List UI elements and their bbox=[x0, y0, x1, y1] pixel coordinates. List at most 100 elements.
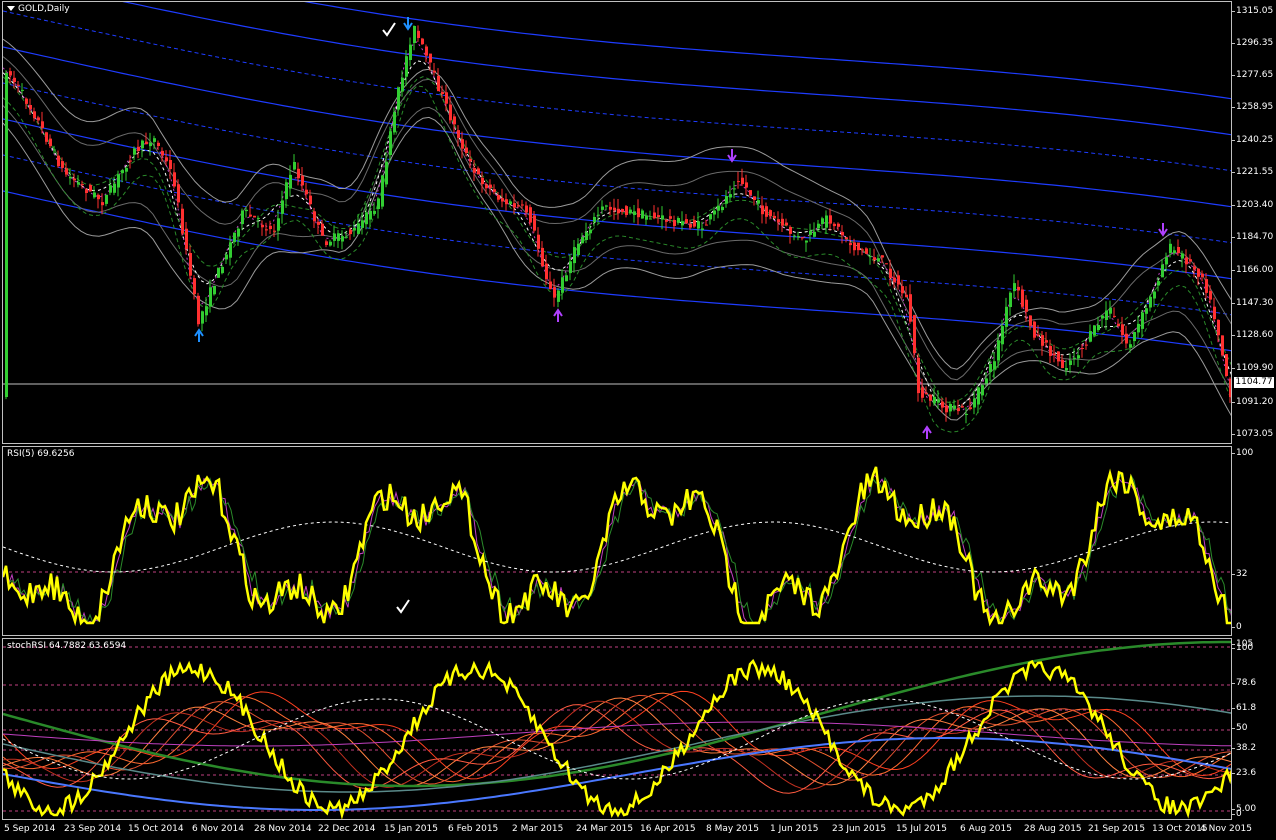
axis-tick-mark bbox=[1232, 627, 1235, 628]
candle-body bbox=[577, 243, 580, 256]
candle-body bbox=[93, 192, 96, 198]
candle-body bbox=[541, 247, 544, 266]
candle-body bbox=[897, 275, 900, 285]
candle-body bbox=[309, 195, 312, 205]
candle-body bbox=[441, 91, 444, 94]
candle-body bbox=[461, 139, 464, 149]
candle-body bbox=[149, 142, 152, 147]
candle-body bbox=[977, 387, 980, 405]
candle-body bbox=[973, 398, 976, 408]
candle-body bbox=[1097, 325, 1100, 331]
axis-tick-mark bbox=[1232, 140, 1235, 141]
candle-body bbox=[749, 190, 752, 195]
candle-body bbox=[217, 268, 220, 278]
candle-body bbox=[69, 176, 72, 179]
candle-body bbox=[225, 254, 228, 260]
candle-body bbox=[717, 205, 720, 211]
axis-tick-label: 1277.65 bbox=[1236, 70, 1274, 80]
candle-body bbox=[545, 263, 548, 280]
candle-body bbox=[533, 215, 536, 231]
axis-tick-label: 1221.55 bbox=[1236, 167, 1274, 177]
candle-body bbox=[421, 38, 424, 45]
candle-body bbox=[865, 248, 868, 254]
candle-body bbox=[885, 263, 888, 265]
candle-body bbox=[1009, 292, 1012, 307]
axis-tick-label: 0 bbox=[1236, 622, 1242, 632]
candle-body bbox=[997, 340, 1000, 361]
candle-body bbox=[221, 266, 224, 274]
time-axis-label: 4 Nov 2015 bbox=[1200, 824, 1252, 834]
candle-body bbox=[665, 220, 668, 222]
candle-body bbox=[417, 30, 420, 38]
time-axis-label: 24 Mar 2015 bbox=[576, 824, 634, 834]
time-axis-label: 15 Oct 2014 bbox=[128, 824, 184, 834]
candle-body bbox=[557, 290, 560, 302]
candle-body bbox=[145, 141, 148, 145]
candle-body bbox=[521, 204, 524, 206]
candle-body bbox=[669, 216, 672, 219]
price-pane[interactable]: GOLD,Daily bbox=[2, 1, 1232, 444]
envelope-band bbox=[304, 2, 1231, 100]
candle-body bbox=[857, 242, 860, 251]
rsi-axis[interactable]: 100 32 0 bbox=[1232, 446, 1276, 636]
axis-tick-label: 32 bbox=[1236, 569, 1248, 579]
candle-body bbox=[1005, 306, 1008, 327]
candle-body bbox=[477, 168, 480, 175]
candle-body bbox=[621, 209, 624, 212]
axis-tick-label: 61.8 bbox=[1236, 703, 1257, 713]
time-axis[interactable]: 5 Sep 2014 23 Sep 2014 15 Oct 2014 6 Nov 20… bbox=[0, 820, 1252, 840]
stochrsi-chart bbox=[3, 640, 1231, 819]
candle-body bbox=[253, 215, 256, 218]
candle-body bbox=[109, 185, 112, 193]
candle-body bbox=[261, 224, 264, 228]
candle-body bbox=[957, 408, 960, 412]
axis-tick-label: 1258.95 bbox=[1236, 102, 1274, 112]
axis-tick-mark bbox=[1232, 814, 1235, 815]
candle-body bbox=[1065, 368, 1068, 371]
chart-window[interactable]: GOLD,Daily RSI(5) 69.6256 stochRSI 64.78… bbox=[0, 0, 1276, 840]
candle-body bbox=[9, 71, 12, 76]
candle-body bbox=[157, 142, 160, 146]
candle-body bbox=[5, 73, 8, 397]
candle-body bbox=[361, 220, 364, 228]
candle-body bbox=[517, 205, 520, 207]
candle-body bbox=[813, 231, 816, 237]
axis-tick-mark bbox=[1232, 453, 1235, 454]
candle-body bbox=[661, 215, 664, 220]
envelope-band bbox=[3, 10, 1231, 172]
candle-body bbox=[1037, 334, 1040, 336]
candle-body bbox=[645, 215, 648, 220]
axis-tick-label: 1296.35 bbox=[1236, 38, 1274, 48]
candle-body bbox=[169, 160, 172, 170]
checkmark-icon bbox=[382, 22, 396, 37]
candle-body bbox=[161, 150, 164, 156]
candle-body bbox=[1129, 344, 1132, 348]
current-price-badge: 1104.77 bbox=[1234, 377, 1274, 388]
candle-body bbox=[689, 224, 692, 228]
candle-body bbox=[445, 92, 448, 104]
rsi-pane[interactable]: RSI(5) 69.6256 bbox=[2, 446, 1232, 636]
candle-body bbox=[29, 105, 32, 110]
dropdown-triangle-icon[interactable] bbox=[7, 6, 15, 11]
candle-body bbox=[357, 223, 360, 234]
candle-body bbox=[1101, 315, 1104, 319]
candle-body bbox=[697, 221, 700, 229]
stochrsi-axis[interactable]: 105 100 78.6 61.8 50 38.2 23.6 5.00 0 bbox=[1232, 638, 1276, 820]
candle-body bbox=[341, 236, 344, 242]
candle-body bbox=[269, 225, 272, 230]
candle-body bbox=[469, 158, 472, 162]
stochrsi-pane[interactable]: stochRSI 64.7882 63.6594 bbox=[2, 638, 1232, 820]
candle-body bbox=[305, 189, 308, 195]
candle-body bbox=[473, 168, 476, 173]
axis-tick-mark bbox=[1232, 368, 1235, 369]
candle-body bbox=[21, 89, 24, 91]
stochrsi-slow-line bbox=[3, 737, 1231, 811]
candle-body bbox=[285, 182, 288, 200]
candle-body bbox=[193, 278, 196, 295]
candle-body bbox=[569, 261, 572, 274]
candle-body bbox=[25, 98, 28, 104]
candle-body bbox=[1177, 247, 1180, 253]
candle-body bbox=[489, 184, 492, 188]
candle-body bbox=[537, 234, 540, 249]
candle-body bbox=[1085, 344, 1088, 346]
